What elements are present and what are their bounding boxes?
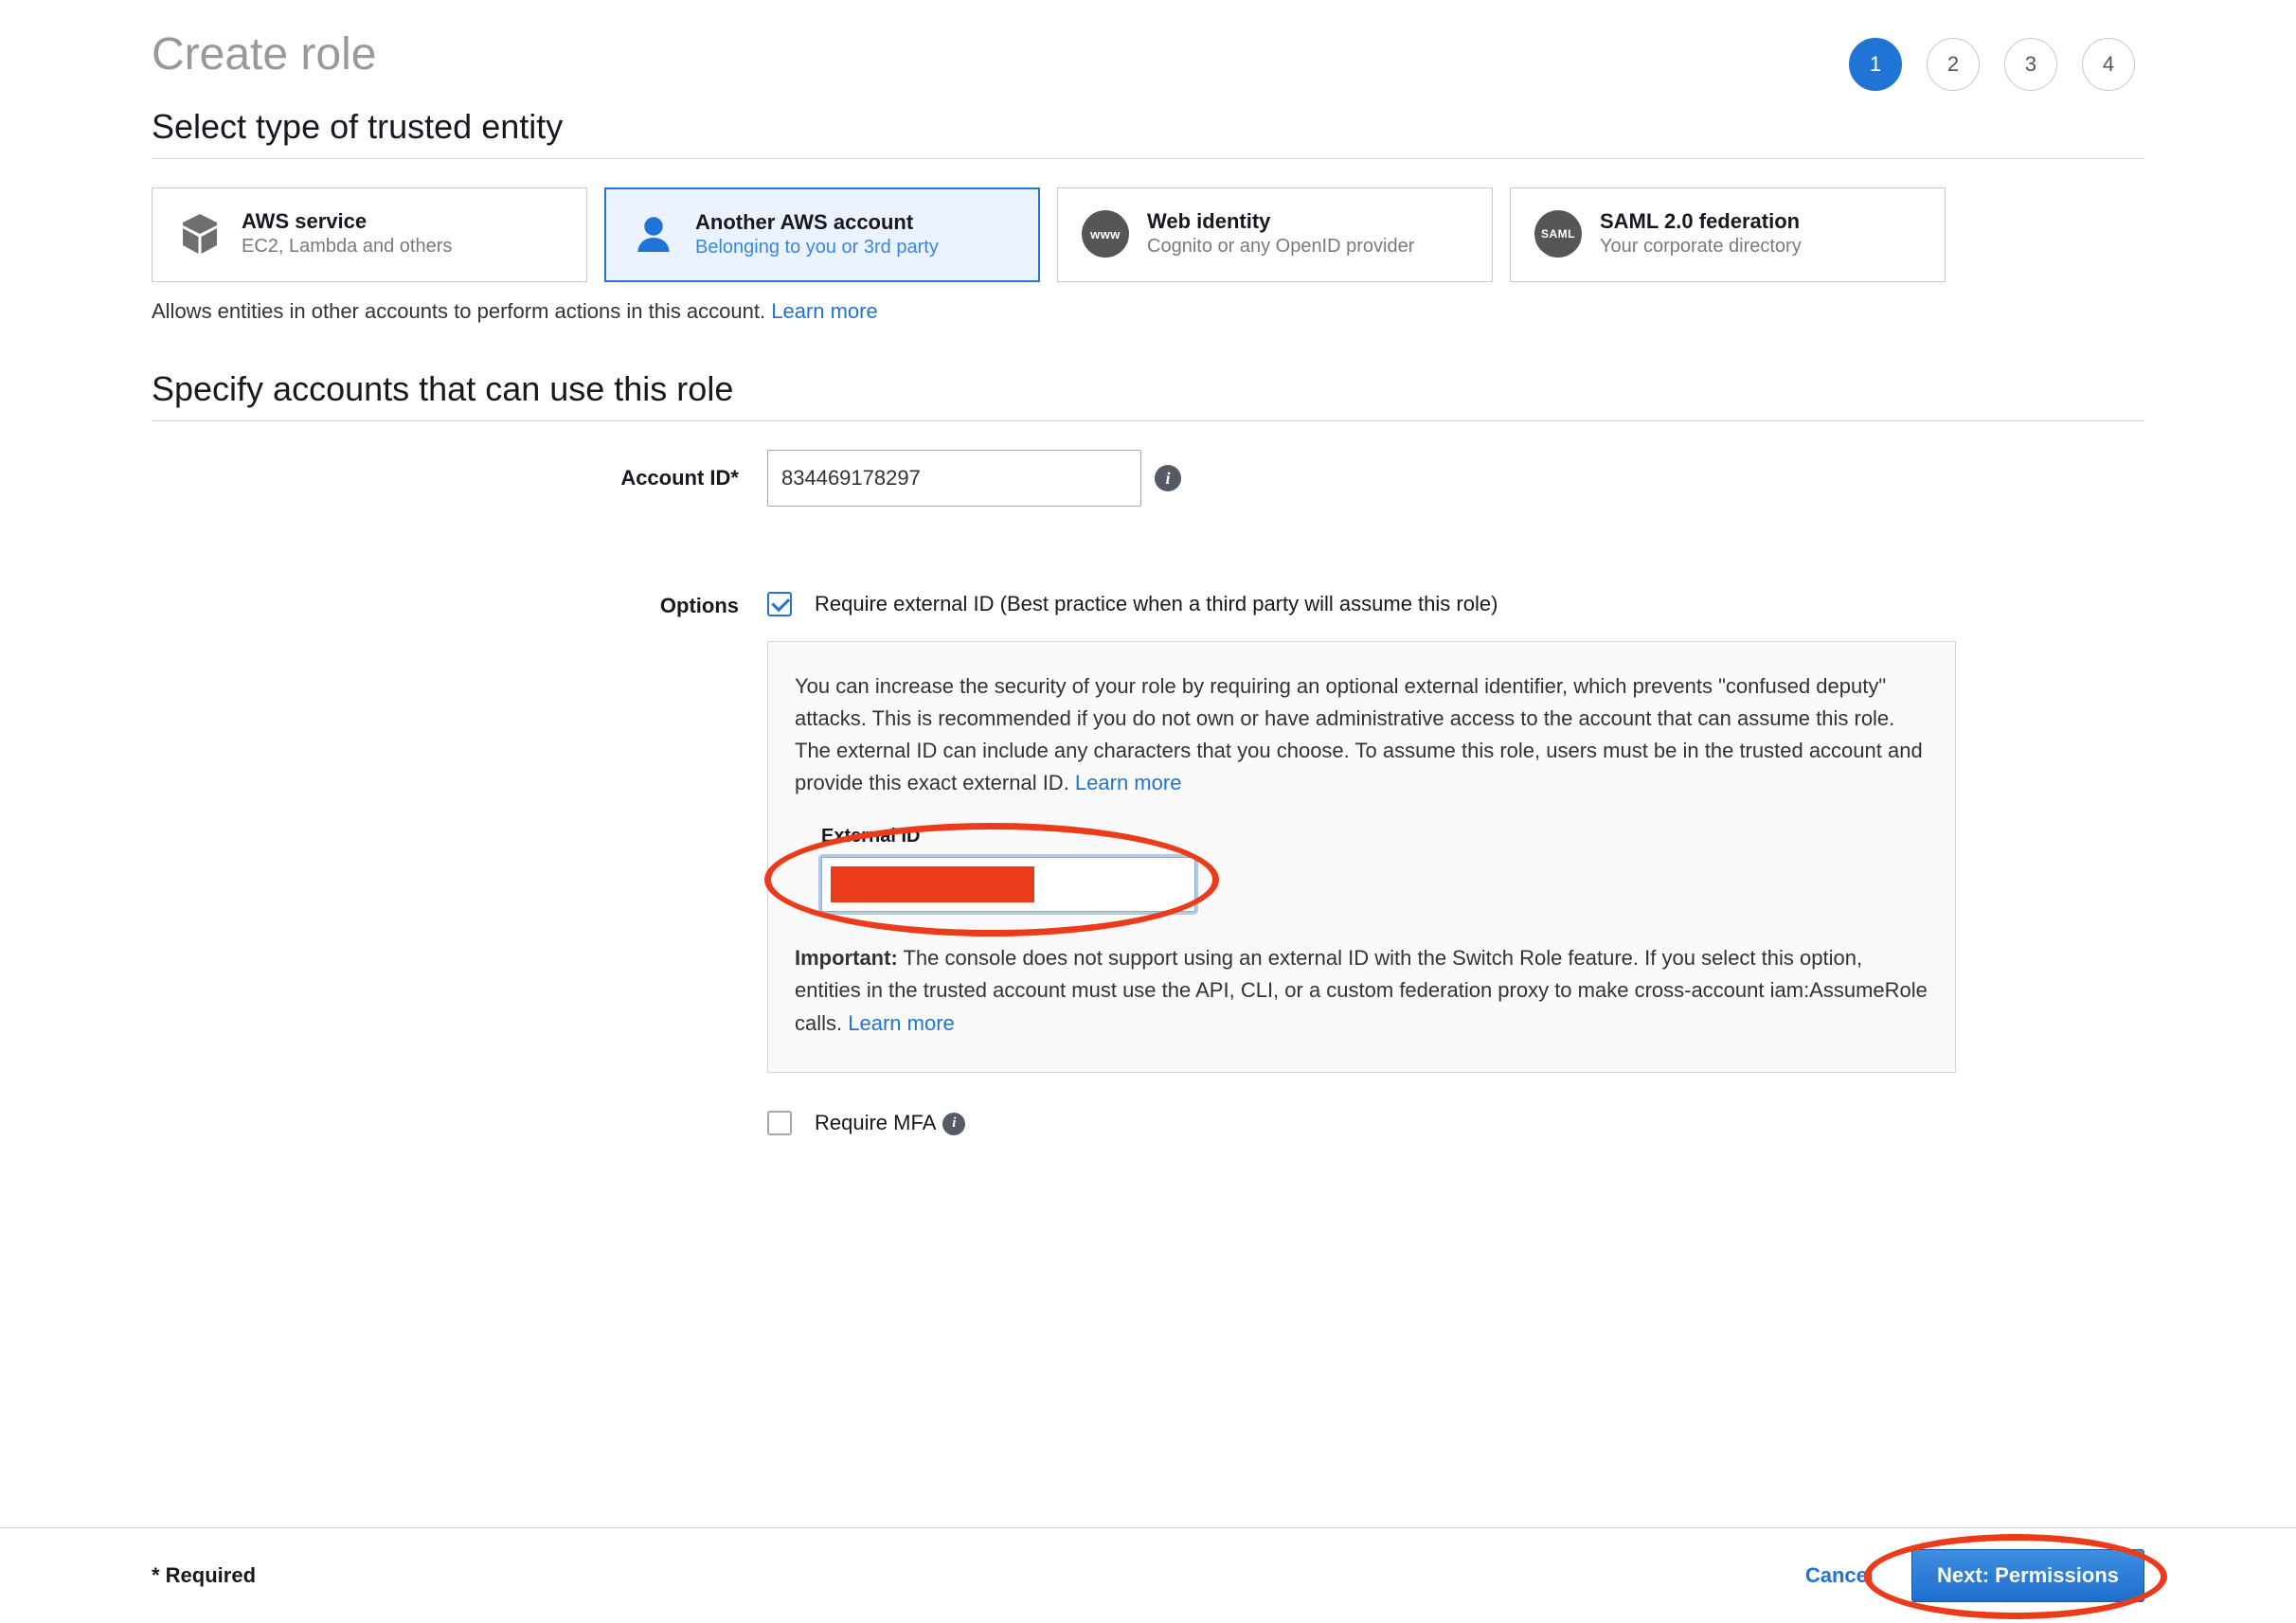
require-external-id-checkbox[interactable] — [767, 592, 792, 616]
saml-icon: SAML — [1534, 209, 1583, 259]
card-subtitle: Cognito or any OpenID provider — [1147, 236, 1414, 258]
external-id-warning: Important: The console does not support … — [795, 942, 1928, 1039]
require-mfa-checkbox[interactable] — [767, 1111, 792, 1135]
page-title: Create role — [152, 28, 2144, 80]
card-subtitle: Belonging to you or 3rd party — [695, 237, 939, 259]
step-4[interactable]: 4 — [2082, 38, 2135, 91]
required-note: * Required — [152, 1563, 256, 1588]
card-title: AWS service — [242, 209, 452, 234]
require-mfa-label: Require MFA i — [815, 1111, 965, 1135]
entity-card-web-identity[interactable]: www Web identity Cognito or any OpenID p… — [1057, 187, 1493, 282]
external-id-input[interactable] — [821, 857, 1195, 912]
learn-more-link[interactable]: Learn more — [771, 299, 878, 323]
cube-icon — [175, 209, 224, 259]
help-line: Allows entities in other accounts to per… — [152, 299, 2144, 324]
account-id-label: Account ID* — [152, 466, 767, 490]
step-1[interactable]: 1 — [1849, 38, 1902, 91]
step-indicator: 1 2 3 4 — [1849, 38, 2135, 91]
card-title: SAML 2.0 federation — [1600, 209, 1802, 234]
next-permissions-button[interactable]: Next: Permissions — [1911, 1549, 2144, 1602]
info-icon[interactable]: i — [942, 1113, 965, 1135]
person-icon — [629, 210, 678, 259]
external-id-label: External ID — [821, 826, 1928, 847]
learn-more-link[interactable]: Learn more — [1075, 771, 1182, 794]
card-subtitle: Your corporate directory — [1600, 236, 1802, 258]
require-external-id-label: Require external ID (Best practice when … — [815, 592, 1498, 616]
footer: * Required Cancel Next: Permissions — [0, 1527, 2296, 1623]
panel-description: You can increase the security of your ro… — [795, 670, 1928, 799]
card-title: Another AWS account — [695, 210, 939, 235]
entity-card-another-account[interactable]: Another AWS account Belonging to you or … — [604, 187, 1040, 282]
info-icon[interactable]: i — [1155, 465, 1181, 491]
step-2[interactable]: 2 — [1927, 38, 1980, 91]
learn-more-link[interactable]: Learn more — [848, 1011, 955, 1035]
card-title: Web identity — [1147, 209, 1414, 234]
section-specify-title: Specify accounts that can use this role — [152, 369, 2144, 421]
entity-card-saml[interactable]: SAML SAML 2.0 federation Your corporate … — [1510, 187, 1946, 282]
entity-card-aws-service[interactable]: AWS service EC2, Lambda and others — [152, 187, 587, 282]
options-label: Options — [152, 592, 767, 618]
external-id-panel: You can increase the security of your ro… — [767, 641, 1956, 1073]
account-id-input[interactable] — [767, 450, 1141, 507]
www-icon: www — [1081, 209, 1130, 259]
card-subtitle: EC2, Lambda and others — [242, 236, 452, 258]
cancel-button[interactable]: Cancel — [1805, 1563, 1874, 1588]
entity-cards: AWS service EC2, Lambda and others Anoth… — [152, 187, 2144, 282]
step-3[interactable]: 3 — [2004, 38, 2057, 91]
section-trusted-entity-title: Select type of trusted entity — [152, 107, 2144, 159]
